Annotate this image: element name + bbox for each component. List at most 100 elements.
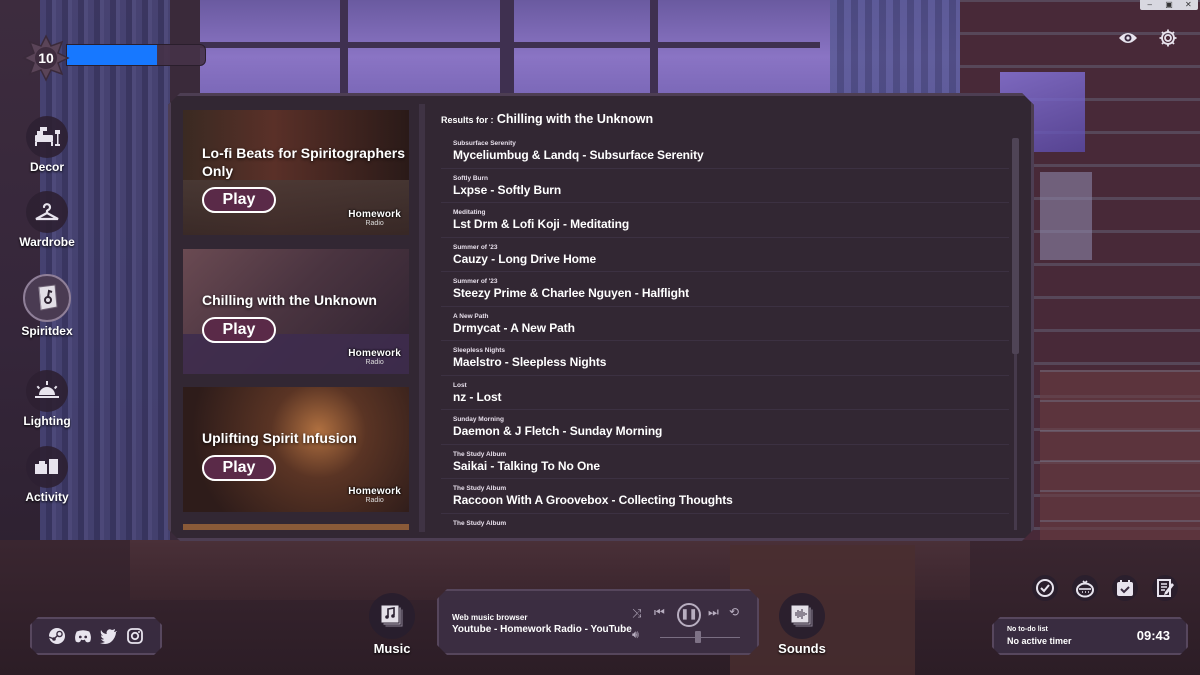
previous-track-icon[interactable]: ⏮ bbox=[654, 605, 665, 620]
track-title: Lxpse - Softly Burn bbox=[453, 182, 562, 197]
music-button[interactable]: Music bbox=[362, 593, 422, 656]
music-label: Music bbox=[373, 641, 411, 656]
volume-icon[interactable]: 🔊︎ bbox=[632, 629, 639, 642]
settings-icon[interactable] bbox=[1154, 24, 1182, 52]
sidebar-item-label: Wardrobe bbox=[19, 235, 75, 249]
hanger-icon bbox=[26, 191, 68, 233]
wall-note bbox=[1040, 172, 1092, 260]
window-controls: – ▣ ✕ bbox=[1140, 0, 1198, 10]
shuffle-icon[interactable]: ⤨ bbox=[632, 606, 642, 621]
sidebar-item-activity[interactable]: Activity bbox=[12, 446, 82, 504]
results-header: Results for : Chilling with the Unknown bbox=[441, 112, 653, 126]
track-album: Lost bbox=[453, 381, 467, 389]
player-source: Web music browser bbox=[452, 613, 528, 622]
track-album: Sleepless Nights bbox=[453, 347, 506, 354]
playlist-card[interactable]: Chilling with the Unknown Play Homework … bbox=[183, 249, 409, 374]
level-number: 10 bbox=[38, 50, 54, 66]
track-row[interactable]: The Study Album Saikai - Talking To No On… bbox=[441, 445, 1009, 480]
check-icon[interactable] bbox=[1032, 575, 1058, 601]
volume-slider-handle[interactable] bbox=[695, 631, 701, 643]
track-row[interactable]: Meditating Lst Drm & Lofi Koji - Meditati… bbox=[441, 203, 1009, 238]
track-row[interactable]: The Study Album Raccoon With A Groovebox … bbox=[441, 479, 1009, 514]
next-track-icon[interactable]: ⏭ bbox=[708, 605, 719, 620]
sidebar-item-label: Spiritdex bbox=[21, 324, 73, 338]
playlist-title: Lo-fi Beats for Spiritographers Only bbox=[202, 145, 406, 179]
notepad-icon[interactable] bbox=[1152, 575, 1178, 601]
track-row[interactable]: Subsurface Serenity Myceliumbug & Landq -… bbox=[441, 134, 1009, 169]
track-album: Softly Burn bbox=[453, 174, 489, 182]
pomodoro-timer-icon[interactable] bbox=[1072, 575, 1098, 601]
sidebar-item-wardrobe[interactable]: Wardrobe bbox=[12, 191, 82, 249]
playlist-title: Chilling with the Unknown bbox=[202, 292, 377, 308]
calendar-check-icon[interactable] bbox=[1112, 575, 1138, 601]
pause-button[interactable]: ❚❚ bbox=[677, 603, 701, 627]
level-badge: 10 bbox=[22, 34, 70, 82]
sunrise-icon bbox=[26, 370, 68, 412]
todo-timer-widget[interactable]: No to-do list No active timer 09:43 bbox=[992, 617, 1188, 655]
track-row[interactable]: The Study Album bbox=[441, 514, 1009, 531]
play-button[interactable]: Play bbox=[202, 187, 276, 213]
minimize-button[interactable]: – bbox=[1140, 0, 1159, 10]
track-title: Steezy Prime & Charlee Nguyen - Halfligh… bbox=[453, 286, 689, 300]
social-links bbox=[30, 617, 162, 655]
visibility-icon[interactable] bbox=[1114, 24, 1142, 52]
playlist-card[interactable]: Uplifting Spirit Infusion Play Homework … bbox=[183, 387, 409, 512]
track-album: A New Path bbox=[453, 312, 489, 320]
music-player: Web music browser Youtube - Homework Rad… bbox=[437, 589, 759, 655]
panel-divider bbox=[419, 104, 425, 532]
steam-icon[interactable] bbox=[48, 627, 66, 645]
sidebar-item-label: Lighting bbox=[23, 414, 71, 428]
results-query: Chilling with the Unknown bbox=[496, 112, 654, 126]
sidebar-item-lighting[interactable]: Lighting bbox=[12, 370, 82, 428]
sidebar-item-decor[interactable]: Decor bbox=[12, 116, 82, 174]
instagram-icon[interactable] bbox=[126, 627, 144, 645]
track-row[interactable]: Sleepless Nights Maelstro - Sleepless Nig… bbox=[441, 341, 1009, 376]
bed-lamp-icon bbox=[26, 116, 68, 158]
playlist-card[interactable] bbox=[183, 524, 409, 530]
play-button[interactable]: Play bbox=[202, 455, 276, 481]
track-row[interactable]: Sunday Morning Daemon & J Fletch - Sunday… bbox=[441, 410, 1009, 445]
track-row[interactable]: Summer of '23 Cauzy - Long Drive Home bbox=[441, 238, 1009, 273]
track-title: Drmycat - A New Path bbox=[453, 320, 575, 335]
music-browser-panel: Lo-fi Beats for Spiritographers Only Pla… bbox=[168, 93, 1034, 541]
track-title: Cauzy - Long Drive Home bbox=[453, 251, 597, 266]
repeat-icon[interactable]: ⟲ bbox=[729, 605, 739, 619]
music-cards-icon bbox=[369, 593, 415, 639]
restore-button[interactable]: ▣ bbox=[1159, 0, 1178, 10]
playlist-card[interactable]: Lo-fi Beats for Spiritographers Only Pla… bbox=[183, 110, 409, 235]
twitter-icon[interactable] bbox=[100, 627, 118, 645]
xp-progress-bar bbox=[66, 44, 206, 66]
close-button[interactable]: ✕ bbox=[1179, 0, 1198, 10]
track-title: Daemon & J Fletch - Sunday Morning bbox=[453, 424, 663, 438]
timer-status: No active timer bbox=[1007, 636, 1072, 646]
track-album: Sunday Morning bbox=[453, 416, 504, 423]
results-label: Results for : bbox=[441, 115, 494, 125]
track-title: Maelstro - Sleepless Nights bbox=[453, 355, 607, 369]
track-album: The Study Album bbox=[453, 485, 507, 492]
track-row[interactable]: A New Path Drmycat - A New Path bbox=[441, 307, 1009, 342]
playlist-title: Uplifting Spirit Infusion bbox=[202, 430, 357, 446]
track-list-scrollbar[interactable] bbox=[1014, 138, 1017, 530]
sounds-button[interactable]: Sounds bbox=[772, 593, 832, 656]
play-button[interactable]: Play bbox=[202, 317, 276, 343]
track-row[interactable]: Lost nz - Lost bbox=[441, 376, 1009, 411]
clock: 09:43 bbox=[1136, 628, 1170, 643]
track-row[interactable]: Softly Burn Lxpse - Softly Burn bbox=[441, 169, 1009, 204]
scrollbar-thumb[interactable] bbox=[1012, 138, 1019, 354]
playlist-cards: Lo-fi Beats for Spiritographers Only Pla… bbox=[183, 110, 411, 530]
sidebar-item-label: Activity bbox=[25, 490, 69, 504]
now-playing-title: Youtube - Homework Radio - YouTube bbox=[452, 624, 632, 635]
track-album: Summer of '23 bbox=[453, 243, 498, 251]
track-album: Meditating bbox=[453, 209, 486, 216]
track-album: The Study Album bbox=[453, 450, 507, 458]
track-row[interactable]: Summer of '23 Steezy Prime & Charlee Nguy… bbox=[441, 272, 1009, 307]
volume-slider[interactable] bbox=[660, 637, 740, 638]
spirit-book-icon bbox=[23, 274, 71, 322]
track-title: Lst Drm & Lofi Koji - Meditating bbox=[453, 217, 630, 231]
track-list: Subsurface Serenity Myceliumbug & Landq -… bbox=[441, 134, 1009, 530]
homework-radio-logo: Homework Radio bbox=[348, 209, 401, 227]
sounds-cards-icon bbox=[779, 593, 825, 639]
todo-list-status: No to-do list bbox=[1007, 626, 1048, 633]
sidebar-item-spiritdex[interactable]: Spiritdex bbox=[12, 274, 82, 338]
discord-icon[interactable] bbox=[74, 627, 92, 645]
